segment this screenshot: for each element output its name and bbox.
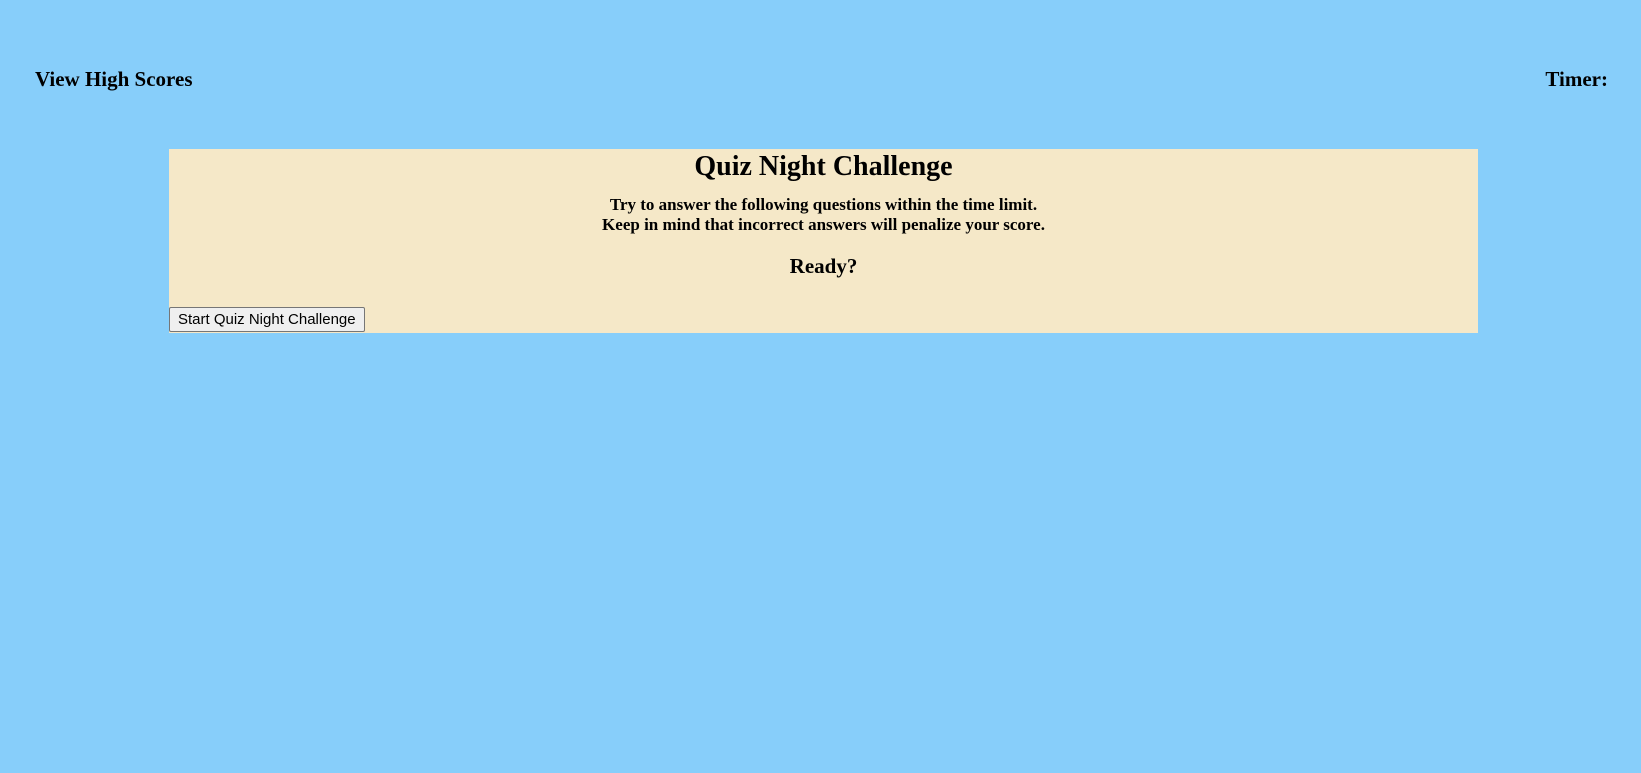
quiz-instructions: Try to answer the following questions wi… [169, 195, 1478, 235]
header: View High Scores Timer: [35, 64, 1612, 94]
quiz-title: Quiz Night Challenge [694, 151, 953, 182]
instruction-line-1: Try to answer the following questions wi… [609, 195, 1038, 214]
quiz-intro-panel: Quiz Night Challenge Try to answer the f… [169, 149, 1478, 333]
page: View High Scores Timer: Quiz Night Chall… [0, 0, 1641, 773]
ready-prompt: Ready? [789, 254, 858, 278]
timer-label: Timer: [1545, 66, 1608, 91]
timer: Timer: [1545, 67, 1612, 92]
instruction-line-2: Keep in mind that incorrect answers will… [602, 215, 1045, 234]
view-high-scores-link[interactable]: View High Scores [35, 67, 193, 92]
start-quiz-button[interactable]: Start Quiz Night Challenge [169, 307, 365, 332]
